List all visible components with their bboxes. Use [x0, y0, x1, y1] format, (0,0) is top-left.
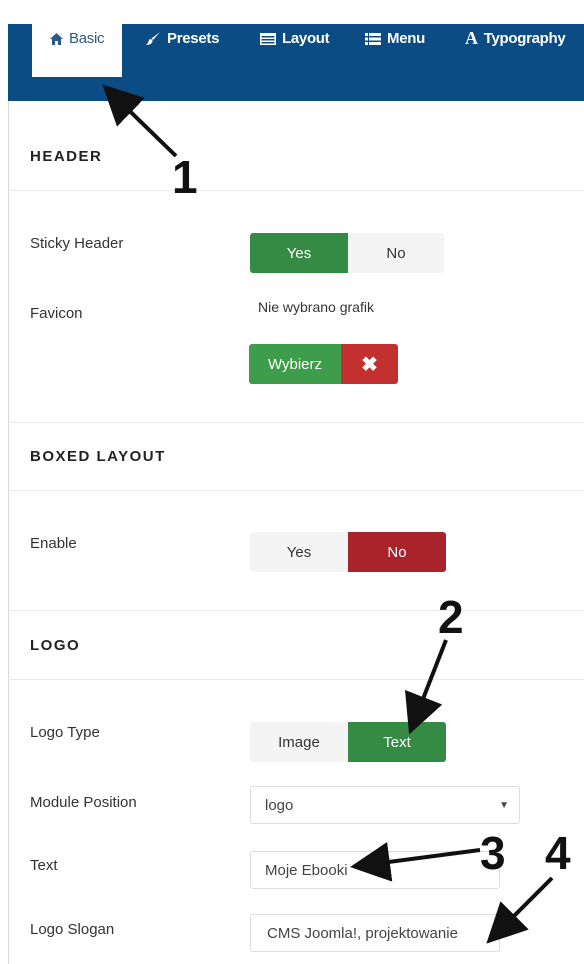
close-icon: ✖: [361, 353, 378, 376]
annotation-number-1: 1: [172, 151, 198, 203]
logo-text-value: Moje Ebooki: [265, 861, 348, 879]
favicon-label: Favicon: [30, 305, 83, 322]
tab-typography[interactable]: A Typography: [465, 0, 566, 77]
annotation-number-4: 4: [545, 827, 571, 879]
home-icon: [50, 32, 63, 45]
tab-label: Layout: [282, 30, 330, 47]
section-title-boxed-layout: BOXED LAYOUT: [30, 448, 166, 465]
logo-slogan-input[interactable]: CMS Joomla!, projektowanie: [250, 914, 500, 952]
chevron-down-icon: ▼: [499, 799, 509, 811]
clear-image-button[interactable]: ✖: [341, 344, 398, 384]
sticky-no-option[interactable]: No: [348, 233, 444, 273]
divider: [8, 422, 584, 423]
logo-type-label: Logo Type: [30, 724, 100, 741]
module-position-label: Module Position: [30, 794, 137, 811]
logo-slogan-label: Logo Slogan: [30, 921, 115, 938]
logo-type-image-option[interactable]: Image: [250, 722, 348, 762]
annotation-number-3: 3: [480, 827, 506, 879]
logo-slogan-value: CMS Joomla!, projektowanie: [267, 924, 458, 942]
tab-presets[interactable]: Presets: [146, 0, 219, 77]
annotation-number-2: 2: [438, 591, 464, 643]
divider: [8, 490, 584, 491]
divider: [8, 610, 584, 611]
divider: [8, 190, 584, 191]
boxed-yes-option[interactable]: Yes: [250, 532, 348, 572]
divider: [8, 679, 584, 680]
tab-layout[interactable]: Layout: [260, 0, 330, 77]
logo-type-text-option[interactable]: Text: [348, 722, 446, 762]
tab-label: Presets: [167, 30, 220, 47]
menu-icon: [365, 32, 381, 45]
tab-label: Typography: [483, 30, 566, 47]
enable-label: Enable: [30, 535, 77, 552]
module-position-value: logo: [265, 796, 294, 814]
module-position-select[interactable]: logo ▼: [250, 786, 520, 824]
tab-label: Menu: [387, 30, 425, 47]
section-title-header: HEADER: [30, 148, 103, 165]
tab-menu[interactable]: Menu: [365, 0, 425, 77]
text-label: Text: [30, 857, 58, 874]
select-image-button[interactable]: Wybierz: [249, 344, 341, 384]
tab-basic[interactable]: Basic: [32, 0, 123, 77]
tab-label: Basic: [69, 30, 105, 47]
section-title-logo: LOGO: [30, 637, 81, 654]
typography-icon: A: [465, 28, 478, 48]
logo-type-toggle: Image Text: [250, 722, 446, 762]
brush-icon: [146, 32, 160, 45]
sticky-header-label: Sticky Header: [30, 235, 124, 252]
boxed-no-option[interactable]: No: [348, 532, 446, 572]
sticky-yes-option[interactable]: Yes: [250, 233, 348, 273]
layout-icon: [260, 32, 276, 45]
favicon-status: Nie wybrano grafik: [258, 299, 374, 315]
logo-text-input[interactable]: Moje Ebooki: [250, 851, 500, 889]
boxed-layout-toggle: Yes No: [250, 532, 446, 572]
sticky-header-toggle: Yes No: [250, 233, 444, 273]
